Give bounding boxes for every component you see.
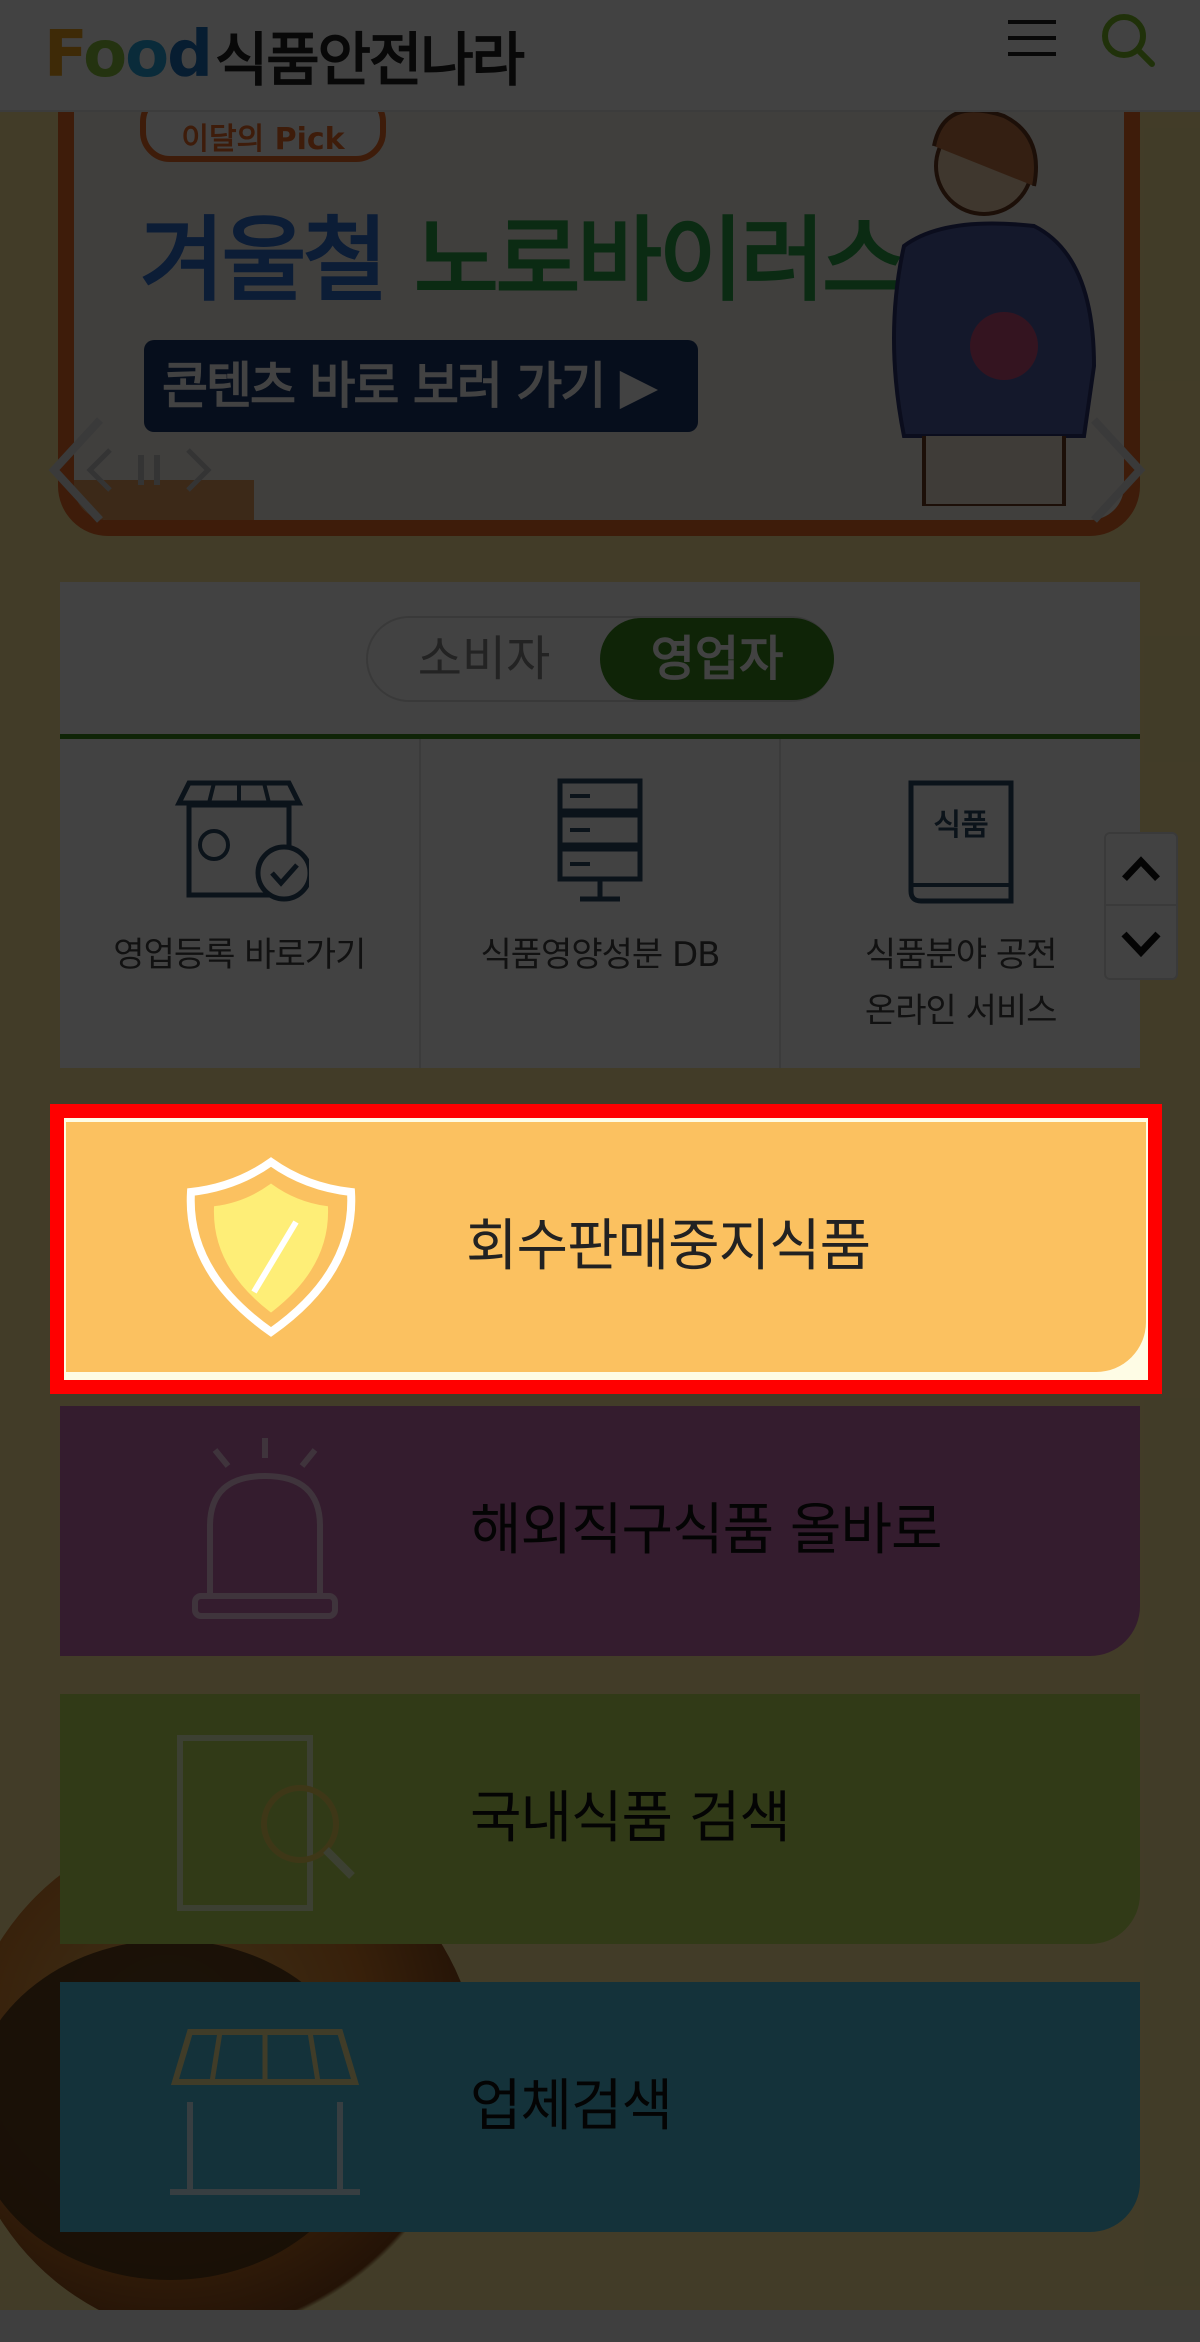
banner-next-arrow-icon[interactable] (1074, 410, 1154, 530)
siren-icon (192, 1438, 338, 1619)
logo-food-text: Food (44, 18, 213, 92)
bottom-bar (0, 2310, 1200, 2342)
service-card-label: 해외직구식품 올바로 (470, 1498, 942, 1563)
scroll-up-icon[interactable] (1106, 834, 1176, 906)
banner-pause-icon[interactable] (134, 445, 164, 495)
quick-link-label: 영업등록 바로가기 (113, 935, 366, 975)
service-card-overseas[interactable]: 해외직구식품 올바로 (60, 1406, 1140, 1656)
service-card-company[interactable]: 업체검색 (60, 1982, 1140, 2232)
service-card-label: 국내식품 검색 (470, 1786, 791, 1851)
tab-business[interactable]: 영업자 (600, 618, 834, 700)
search-icon[interactable] (1098, 10, 1158, 70)
user-type-panel: 소비자 영업자 영업등록 바로가기 식품영양성분 DB 식품 식품분야 공전 온… (60, 582, 1140, 1068)
database-server-icon (557, 778, 643, 902)
highlight-frame: 회수판매중지식품 (50, 1104, 1162, 1394)
hamburger-menu-icon[interactable] (1006, 14, 1060, 62)
banner-next-small-icon[interactable] (178, 445, 218, 495)
quick-link-grid: 영업등록 바로가기 식품영양성분 DB 식품 식품분야 공전 온라인 서비스 (60, 739, 1140, 1068)
scroll-buttons (1104, 832, 1178, 980)
banner-prev-arrow-icon[interactable] (40, 410, 120, 530)
store-icon (170, 2029, 360, 2195)
logo-site-name: 식품안전나라 (214, 26, 525, 94)
quick-link-label: 식품영양성분 DB (480, 935, 721, 975)
banner-title-part1: 겨울철 (140, 207, 388, 314)
food-book-icon: 식품 (908, 780, 1014, 904)
tab-consumer[interactable]: 소비자 (368, 618, 600, 700)
quick-link-label-line2: 온라인 서비스 (864, 991, 1057, 1031)
user-type-toggle: 소비자 영업자 (366, 616, 834, 702)
shield-icon (186, 1157, 356, 1337)
quick-link-food-code[interactable]: 식품 식품분야 공전 온라인 서비스 (781, 739, 1140, 1068)
quick-link-label-line1: 식품분야 공전 (864, 935, 1057, 975)
service-card-domestic[interactable]: 국내식품 검색 (60, 1694, 1140, 1944)
book-label-text: 식품 (933, 808, 988, 843)
quick-link-nutrition-db[interactable]: 식품영양성분 DB (421, 739, 782, 1068)
pick-badge: 이달의 Pick (140, 112, 386, 162)
scroll-down-icon[interactable] (1106, 908, 1176, 980)
promo-banner[interactable]: 이달의 Pick 겨울철 노로바이러스 콘텐츠 바로 보러 가기 ▶ (58, 112, 1140, 536)
quick-link-business-registration[interactable]: 영업등록 바로가기 (60, 739, 421, 1068)
quick-link-label: 식품분야 공전 온라인 서비스 (865, 927, 1057, 1039)
service-card-label: 업체검색 (470, 2074, 673, 2139)
document-search-icon (177, 1735, 355, 1911)
service-card-label: 회수판매중지식품 (466, 1214, 871, 1279)
banner-title: 겨울철 노로바이러스 (140, 186, 907, 319)
site-logo[interactable]: Food 식품안전나라 (44, 10, 525, 100)
site-header: Food 식품안전나라 (0, 0, 1200, 112)
service-card-recall[interactable]: 회수판매중지식품 (66, 1122, 1146, 1372)
storefront-check-icon (175, 780, 310, 902)
banner-cta-button[interactable]: 콘텐츠 바로 보러 가기 ▶ (144, 340, 698, 432)
